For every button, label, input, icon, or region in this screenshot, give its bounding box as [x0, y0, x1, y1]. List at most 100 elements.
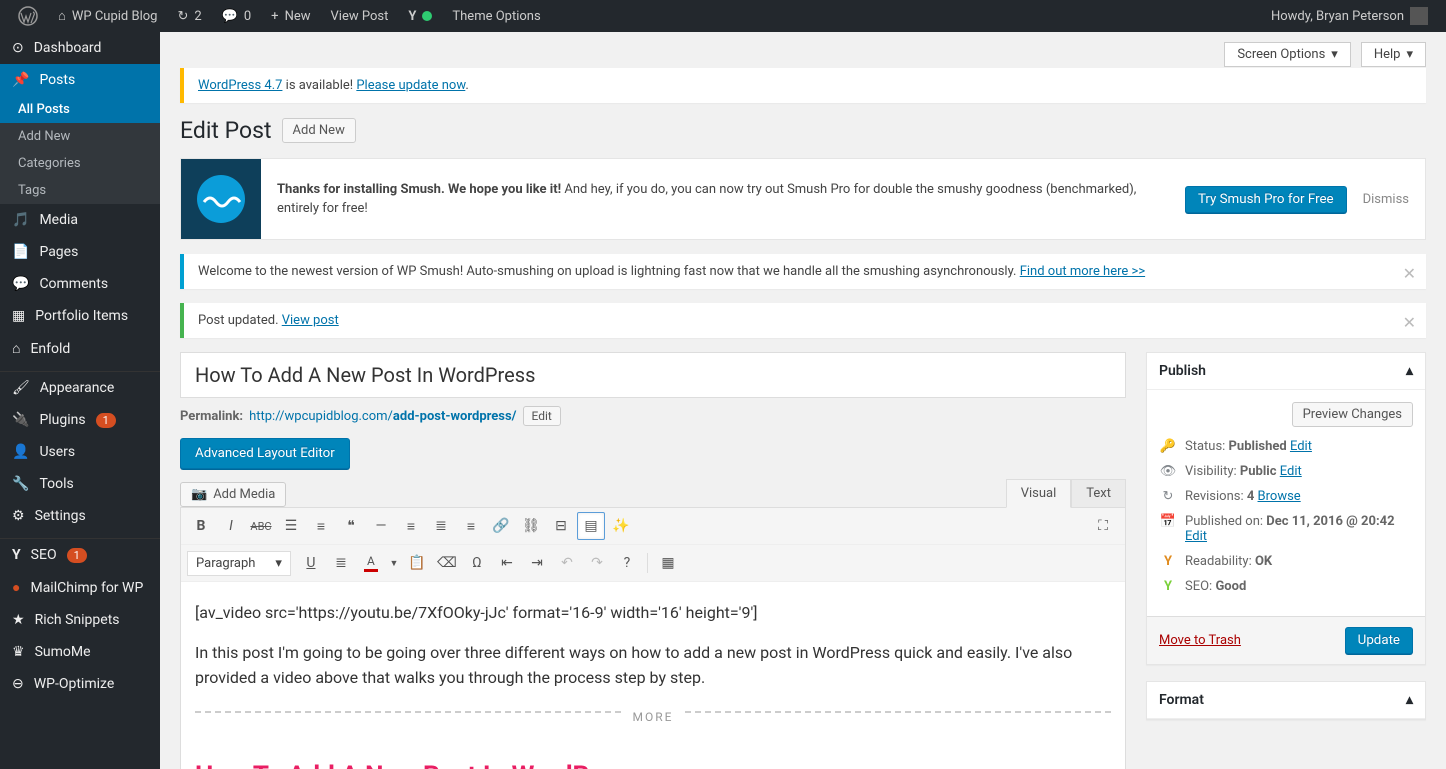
updates-link[interactable]: ↻2 — [167, 0, 211, 32]
chevron-down-icon: ▾ — [1331, 47, 1338, 62]
menu-portfolio[interactable]: ▦Portfolio Items — [0, 300, 160, 332]
menu-pages[interactable]: 📄Pages — [0, 236, 160, 268]
shortcode-button[interactable]: ▦ — [654, 549, 682, 577]
align-center-button[interactable]: ≣ — [427, 512, 455, 540]
menu-appearance[interactable]: 🖌Appearance — [0, 372, 160, 404]
yoast-status[interactable]: Y — [398, 0, 442, 32]
dismiss-link[interactable]: Dismiss — [1363, 192, 1409, 207]
tab-visual[interactable]: Visual — [1006, 479, 1072, 508]
menu-enfold[interactable]: ⌂Enfold — [0, 332, 160, 365]
italic-button[interactable]: I — [217, 512, 245, 540]
submenu-add-new[interactable]: Add New — [0, 123, 160, 150]
try-smush-pro-button[interactable]: Try Smush Pro for Free — [1185, 186, 1347, 213]
edit-status-link[interactable]: Edit — [1290, 439, 1312, 454]
indent-button[interactable]: ⇥ — [523, 549, 551, 577]
paragraph-text: In this post I'm going to be going over … — [195, 640, 1111, 691]
submenu-tags[interactable]: Tags — [0, 177, 160, 204]
align-left-button[interactable]: ≡ — [397, 512, 425, 540]
site-link[interactable]: ⌂WP Cupid Blog — [48, 0, 167, 32]
yoast-seo-icon: Y — [1159, 579, 1177, 594]
fullscreen-button[interactable]: ⛶ — [1089, 512, 1117, 540]
menu-seo[interactable]: YSEO1 — [0, 539, 160, 571]
underline-button[interactable]: U — [297, 549, 325, 577]
menu-wpoptimize[interactable]: ⊖WP-Optimize — [0, 668, 160, 700]
new-link[interactable]: +New — [261, 0, 320, 32]
plugins-badge: 1 — [96, 413, 116, 428]
smush-welcome-notice: Welcome to the newest version of WP Smus… — [180, 254, 1426, 289]
numbered-list-button[interactable]: ≡ — [307, 512, 335, 540]
align-right-button[interactable]: ≡ — [457, 512, 485, 540]
move-to-trash-link[interactable]: Move to Trash — [1159, 633, 1241, 648]
redo-button[interactable]: ↷ — [583, 549, 611, 577]
menu-posts[interactable]: 📌Posts — [0, 64, 160, 96]
format-box-head[interactable]: Format▴ — [1147, 682, 1425, 719]
paste-text-button[interactable]: 📋 — [403, 549, 431, 577]
menu-settings[interactable]: ⚙Settings — [0, 500, 160, 532]
howdy-user[interactable]: Howdy, Bryan Peterson — [1261, 0, 1438, 32]
text-color-button[interactable]: A — [357, 549, 385, 577]
post-title-input[interactable] — [180, 352, 1126, 398]
unlink-button[interactable]: ⛓ — [517, 512, 545, 540]
help-icon-button[interactable]: ? — [613, 549, 641, 577]
bulleted-list-button[interactable]: ☰ — [277, 512, 305, 540]
publish-box-head[interactable]: Publish▴ — [1147, 353, 1425, 390]
strike-button[interactable]: ABC — [247, 512, 275, 540]
preview-changes-button[interactable]: Preview Changes — [1292, 402, 1413, 427]
magic-wand-button[interactable]: ✨ — [607, 512, 635, 540]
clear-format-button[interactable]: ⌫ — [433, 549, 461, 577]
outdent-button[interactable]: ⇤ — [493, 549, 521, 577]
post-heading: How To Add A New Post In WordPress — [195, 756, 1111, 769]
menu-dashboard[interactable]: ⊙Dashboard — [0, 32, 160, 64]
more-tag-button[interactable]: ⊟ — [547, 512, 575, 540]
link-button[interactable]: 🔗 — [487, 512, 515, 540]
comments-link[interactable]: 💬0 — [212, 0, 262, 32]
sliders-icon: ⚙ — [12, 508, 25, 524]
dismiss-icon[interactable]: ✕ — [1403, 264, 1416, 283]
menu-tools[interactable]: 🔧Tools — [0, 468, 160, 500]
chevron-down-icon: ▾ — [1406, 47, 1413, 62]
menu-media[interactable]: 🎵Media — [0, 204, 160, 236]
menu-users[interactable]: 👤Users — [0, 436, 160, 468]
wp-version-link[interactable]: WordPress 4.7 — [198, 78, 282, 93]
update-now-link[interactable]: Please update now — [356, 78, 465, 93]
align-justify-button[interactable]: ≣ — [327, 549, 355, 577]
view-post-link[interactable]: View Post — [321, 0, 399, 32]
edit-date-link[interactable]: Edit — [1185, 529, 1207, 544]
help-button[interactable]: Help▾ — [1361, 42, 1426, 67]
editor-content-area[interactable]: [av_video src='https://youtu.be/7XfOOky-… — [181, 582, 1125, 769]
find-out-more-link[interactable]: Find out more here >> — [1020, 264, 1145, 279]
menu-plugins[interactable]: 🔌Plugins1 — [0, 404, 160, 436]
permalink-link[interactable]: http://wpcupidblog.com/add-post-wordpres… — [249, 409, 516, 424]
calendar-icon: 📅 — [1159, 514, 1177, 529]
undo-button[interactable]: ↶ — [553, 549, 581, 577]
add-media-button[interactable]: 📷Add Media — [180, 482, 286, 507]
edit-visibility-link[interactable]: Edit — [1280, 464, 1302, 479]
bold-button[interactable]: B — [187, 512, 215, 540]
wp-logo[interactable] — [8, 0, 48, 32]
update-button[interactable]: Update — [1345, 627, 1413, 654]
user-icon: 👤 — [12, 444, 29, 460]
menu-rich-snippets[interactable]: ★Rich Snippets — [0, 604, 160, 636]
menu-sumome[interactable]: ♛SumoMe — [0, 636, 160, 668]
submenu-all-posts[interactable]: All Posts — [0, 96, 160, 123]
screen-options-button[interactable]: Screen Options▾ — [1224, 42, 1351, 67]
toolbar-toggle-button[interactable]: ▤ — [577, 512, 605, 540]
add-new-button[interactable]: Add New — [282, 118, 356, 143]
special-char-button[interactable]: Ω — [463, 549, 491, 577]
blockquote-button[interactable]: ❝ — [337, 512, 365, 540]
hr-button[interactable]: — — [367, 512, 395, 540]
theme-options-link[interactable]: Theme Options — [442, 0, 550, 32]
color-dropdown-icon[interactable]: ▼ — [387, 549, 401, 577]
edit-permalink-button[interactable]: Edit — [523, 406, 561, 426]
paragraph-select[interactable]: Paragraph▾ — [187, 551, 291, 576]
dismiss-icon[interactable]: ✕ — [1403, 313, 1416, 332]
advanced-layout-editor-button[interactable]: Advanced Layout Editor — [180, 438, 350, 469]
yoast-readability-icon: Y — [1159, 554, 1177, 569]
wrench-icon: 🔧 — [12, 476, 29, 492]
browse-revisions-link[interactable]: Browse — [1258, 489, 1301, 504]
view-post-link[interactable]: View post — [282, 313, 339, 328]
menu-comments[interactable]: 💬Comments — [0, 268, 160, 300]
tab-text[interactable]: Text — [1071, 479, 1126, 508]
submenu-categories[interactable]: Categories — [0, 150, 160, 177]
menu-mailchimp[interactable]: ●MailChimp for WP — [0, 571, 160, 604]
